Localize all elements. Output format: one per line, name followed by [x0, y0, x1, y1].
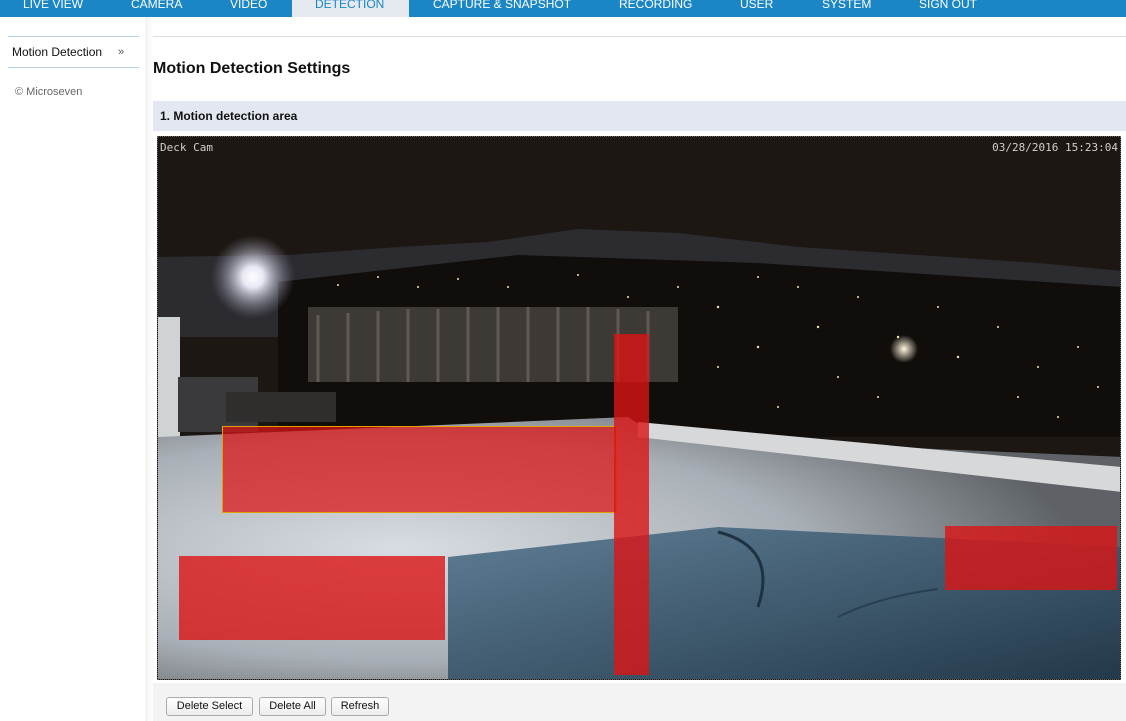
top-navigation: LIVE VIEW CAMERA VIDEO DETECTION CAPTURE…: [0, 0, 1126, 17]
refresh-button[interactable]: Refresh: [331, 697, 389, 716]
sidebar-divider: [145, 17, 153, 721]
sidebar-item-motion-detection[interactable]: Motion Detection »: [8, 36, 139, 68]
copyright-text: © Microseven: [15, 86, 83, 98]
motion-zone-3[interactable]: [614, 334, 649, 675]
sidebar-item-label: Motion Detection: [12, 45, 103, 59]
tab-video[interactable]: VIDEO: [230, 0, 267, 17]
tab-recording[interactable]: RECORDING: [619, 0, 692, 17]
delete-all-button[interactable]: Delete All: [259, 697, 326, 716]
motion-zone-4[interactable]: [945, 526, 1117, 590]
tab-live-view[interactable]: LIVE VIEW: [23, 0, 83, 17]
section-header: 1. Motion detection area: [153, 101, 1126, 131]
tab-sign-out[interactable]: SIGN OUT: [919, 0, 977, 17]
delete-select-button[interactable]: Delete Select: [166, 697, 253, 716]
motion-zone-1-selected[interactable]: [222, 426, 617, 513]
sidebar: Motion Detection » © Microseven: [0, 17, 145, 721]
timestamp-overlay: 03/28/2016 15:23:04: [992, 141, 1118, 154]
tab-capture-snapshot[interactable]: CAPTURE & SNAPSHOT: [433, 0, 571, 17]
tab-system[interactable]: SYSTEM: [822, 0, 871, 17]
camera-name-overlay: Deck Cam: [160, 141, 213, 154]
tab-user[interactable]: USER: [740, 0, 773, 17]
main-divider: [153, 36, 1126, 37]
motion-zone-2[interactable]: [179, 556, 445, 640]
chevron-right-icon: »: [118, 46, 125, 58]
camera-video-feed[interactable]: Deck Cam 03/28/2016 15:23:04: [157, 136, 1121, 680]
page-title: Motion Detection Settings: [153, 60, 351, 77]
tab-detection[interactable]: DETECTION: [292, 0, 409, 17]
tab-camera[interactable]: CAMERA: [131, 0, 182, 17]
